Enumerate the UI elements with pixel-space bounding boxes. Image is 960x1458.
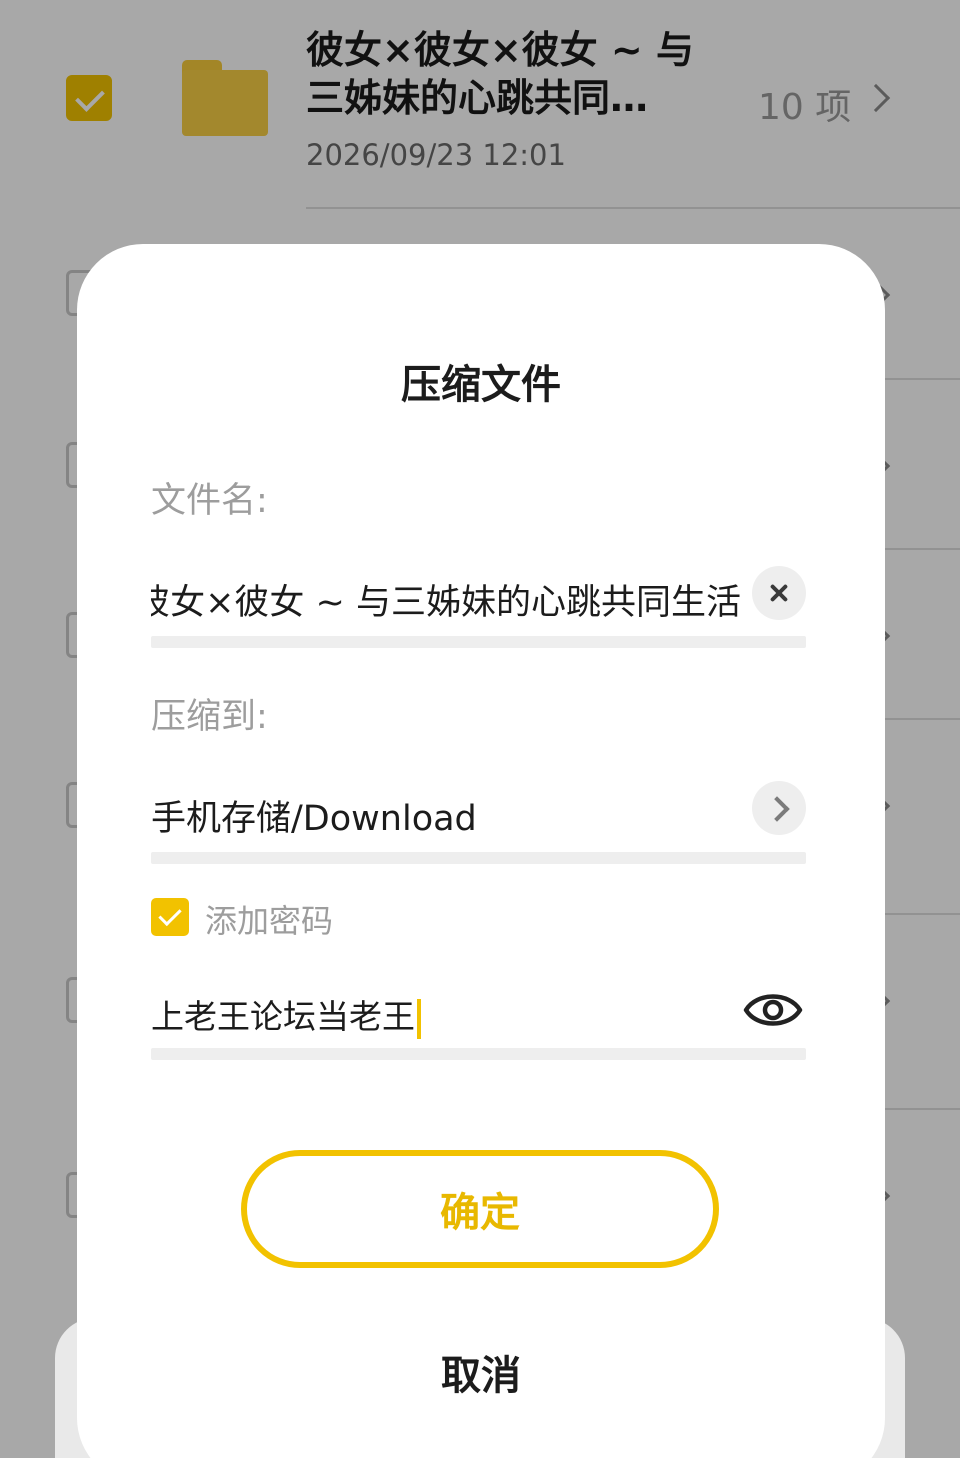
- password-input[interactable]: 上老王论坛当老王: [151, 990, 711, 1039]
- filename-input[interactable]: 彼女×彼女 ~ 与三姊妹的心跳共同生活: [151, 574, 741, 625]
- choose-destination-button[interactable]: [752, 781, 806, 835]
- add-password-checkbox[interactable]: [151, 898, 189, 936]
- destination-field[interactable]: 手机存储/Download: [151, 790, 806, 870]
- text-cursor: [417, 998, 421, 1039]
- eye-icon[interactable]: [743, 986, 803, 1034]
- destination-label: 压缩到:: [151, 697, 268, 737]
- filename-label: 文件名:: [151, 481, 268, 521]
- password-field[interactable]: 上老王论坛当老王: [151, 990, 806, 1070]
- destination-path[interactable]: 手机存储/Download: [151, 790, 741, 841]
- destination-underline: [151, 852, 806, 864]
- filename-underline: [151, 636, 806, 648]
- dialog-title: 压缩文件: [401, 362, 561, 408]
- cancel-button[interactable]: 取消: [331, 1334, 631, 1410]
- confirm-button[interactable]: 确定: [241, 1150, 719, 1268]
- file-manager-screen: 彼女×彼女×彼女 ~ 与三姊妹的心跳共同… 2026/09/23 12:01 1…: [0, 0, 960, 1458]
- password-text: 上老王论坛当老王: [151, 997, 415, 1036]
- clear-filename-button[interactable]: [752, 566, 806, 620]
- add-password-label[interactable]: 添加密码: [205, 896, 333, 942]
- password-underline: [151, 1048, 806, 1060]
- filename-field[interactable]: 彼女×彼女 ~ 与三姊妹的心跳共同生活: [151, 574, 806, 654]
- compress-file-dialog: 压缩文件 文件名: 彼女×彼女 ~ 与三姊妹的心跳共同生活 压缩到: 手机存储/…: [77, 244, 885, 1458]
